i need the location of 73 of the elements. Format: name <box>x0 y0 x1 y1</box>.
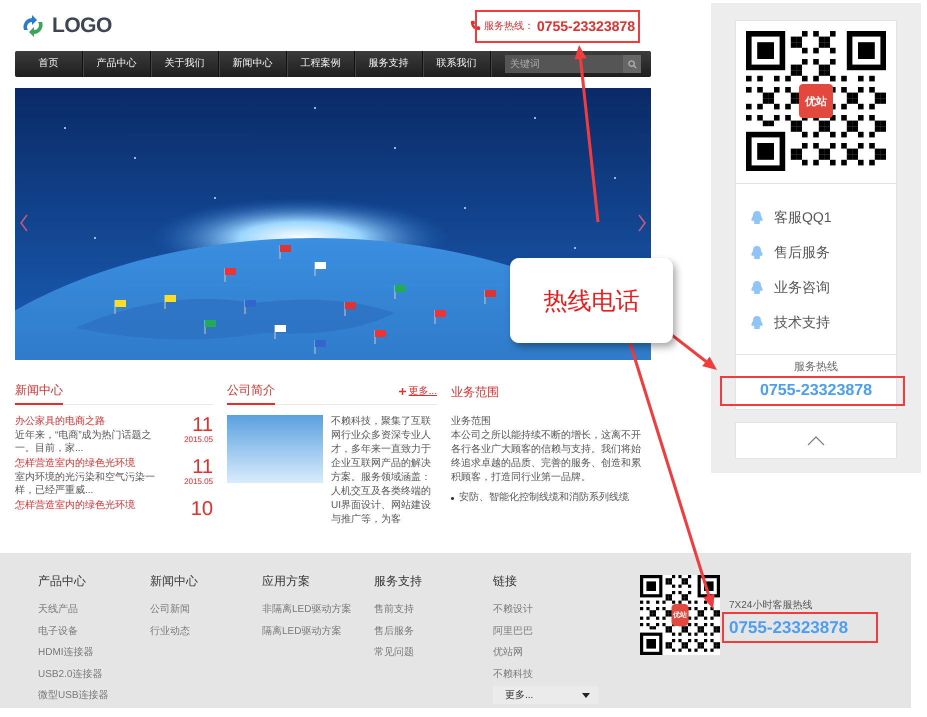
search-button[interactable] <box>623 55 641 73</box>
footer-link[interactable]: 非隔离LED驱动方案 <box>262 599 374 620</box>
nav-item[interactable]: 关于我们 <box>151 51 219 77</box>
company-intro: 不赖科技，聚集了互联网行业众多资深专业人才，多年来一直致力于企业互联网产品的解决方案。服务领域涵盖：人机交互及各类终端的UI界面设计、网站建设与推广等，为客 <box>331 415 432 527</box>
footer-link[interactable]: 优站网 <box>493 642 605 664</box>
business-text: 本公司之所以能持续不断的增长，这离不开各行各业广大顾客的信赖与支持。我们将始终追求卓越的品质、完善的服务、创造和累积顾客，打造同行业第一品牌。 <box>451 429 642 485</box>
bullet-icon <box>451 496 454 500</box>
footer-heading: 服务支持 <box>374 573 423 590</box>
footer-link[interactable]: 阿里巴巴 <box>493 620 605 642</box>
footer-link[interactable]: 微型USB连接器 <box>38 685 150 706</box>
contact-link[interactable]: 售后服务 <box>750 235 896 270</box>
news-title[interactable]: 怎样营造室内的绿色光环境 <box>15 457 167 471</box>
section-title: 公司简介 <box>227 382 275 405</box>
callout-label: 热线电话 <box>510 258 673 343</box>
footer-heading: 应用方案 <box>262 573 311 590</box>
footer-link[interactable]: 售后服务 <box>374 620 493 642</box>
footer-link[interactable]: 不赖设计 <box>493 599 605 620</box>
news-summary: 近年来，“电商”成为热门话题之一。目前，家... <box>15 429 153 455</box>
news-summary: 室内环境的光污染和空气污染一样，已经严重威... <box>15 471 156 497</box>
footer-link[interactable]: HDMI连接器 <box>38 642 150 664</box>
contact-link[interactable]: 业务咨询 <box>750 270 896 305</box>
footer-link[interactable]: 隔离LED驱动方案 <box>262 620 374 642</box>
news-day: 10 <box>171 499 213 519</box>
more-dropdown[interactable]: 更多... <box>493 686 598 704</box>
phone-icon <box>470 20 481 31</box>
footer-link[interactable]: 不赖科技 <box>493 664 605 685</box>
qr-logo-badge: 优站 <box>799 84 833 118</box>
chat-penguin-icon <box>750 315 764 330</box>
footer-heading: 新闻中心 <box>150 573 199 590</box>
footer-heading: 产品中心 <box>38 573 87 590</box>
chevron-up-icon <box>807 436 825 446</box>
footer-link[interactable]: 电子设备 <box>38 620 150 642</box>
nav-item[interactable]: 联系我们 <box>423 51 491 77</box>
footer-link[interactable]: 公司新闻 <box>150 599 262 620</box>
news-month: 2015.05 <box>183 477 213 486</box>
footer-link[interactable]: 天线产品 <box>38 599 150 620</box>
news-title[interactable]: 办公家具的电商之路 <box>15 415 167 429</box>
chat-penguin-icon <box>750 280 764 295</box>
nav-item[interactable]: 工程案例 <box>287 51 355 77</box>
news-day: 11 <box>171 415 213 435</box>
hotline-label: 服务热线 <box>793 360 839 374</box>
section-title: 业务范围 <box>451 384 499 401</box>
dropdown-caret-icon <box>582 692 590 698</box>
news-month: 2015.05 <box>183 435 213 444</box>
footer-link[interactable]: 行业动态 <box>150 620 262 642</box>
hotline-label: 服务热线： <box>484 20 534 32</box>
business-subtitle: 业务范围 <box>451 414 492 429</box>
more-link[interactable]: 更多... <box>398 384 437 404</box>
nav-item[interactable]: 首页 <box>15 51 83 77</box>
search-icon <box>628 60 636 68</box>
hotline-number: 0755-23323878 <box>729 618 848 638</box>
footer-link[interactable]: 常见问题 <box>374 642 493 664</box>
nav-item[interactable]: 产品中心 <box>83 51 151 77</box>
nav-item[interactable]: 新闻中心 <box>219 51 287 77</box>
contact-link[interactable]: 客服QQ1 <box>750 200 896 235</box>
hotline-number: 0755-23323878 <box>536 18 635 34</box>
news-day: 11 <box>171 457 213 477</box>
footer-heading: 链接 <box>493 573 518 590</box>
footer-link[interactable]: 售前支持 <box>374 599 493 620</box>
business-item: 安防、智能化控制线缆和消防系列线缆 <box>459 491 629 505</box>
contact-link[interactable]: 技术支持 <box>750 305 896 340</box>
section-title: 新闻中心 <box>15 382 63 405</box>
hotline-number: 0755-23323878 <box>760 382 872 400</box>
logo-text: LOGO <box>52 14 112 38</box>
plus-icon <box>398 388 406 394</box>
nav-item[interactable]: 服务支持 <box>355 51 423 77</box>
chat-penguin-icon <box>750 245 764 260</box>
search-field[interactable]: 关键词 <box>505 55 623 73</box>
footer-link[interactable]: USB2.0连接器 <box>38 664 150 685</box>
hotline-label: 7X24小时客服热线 <box>729 598 814 612</box>
back-to-top-button[interactable] <box>735 422 897 459</box>
chat-penguin-icon <box>750 210 764 225</box>
news-title[interactable]: 怎样营造室内的绿色光环境 <box>15 499 167 513</box>
